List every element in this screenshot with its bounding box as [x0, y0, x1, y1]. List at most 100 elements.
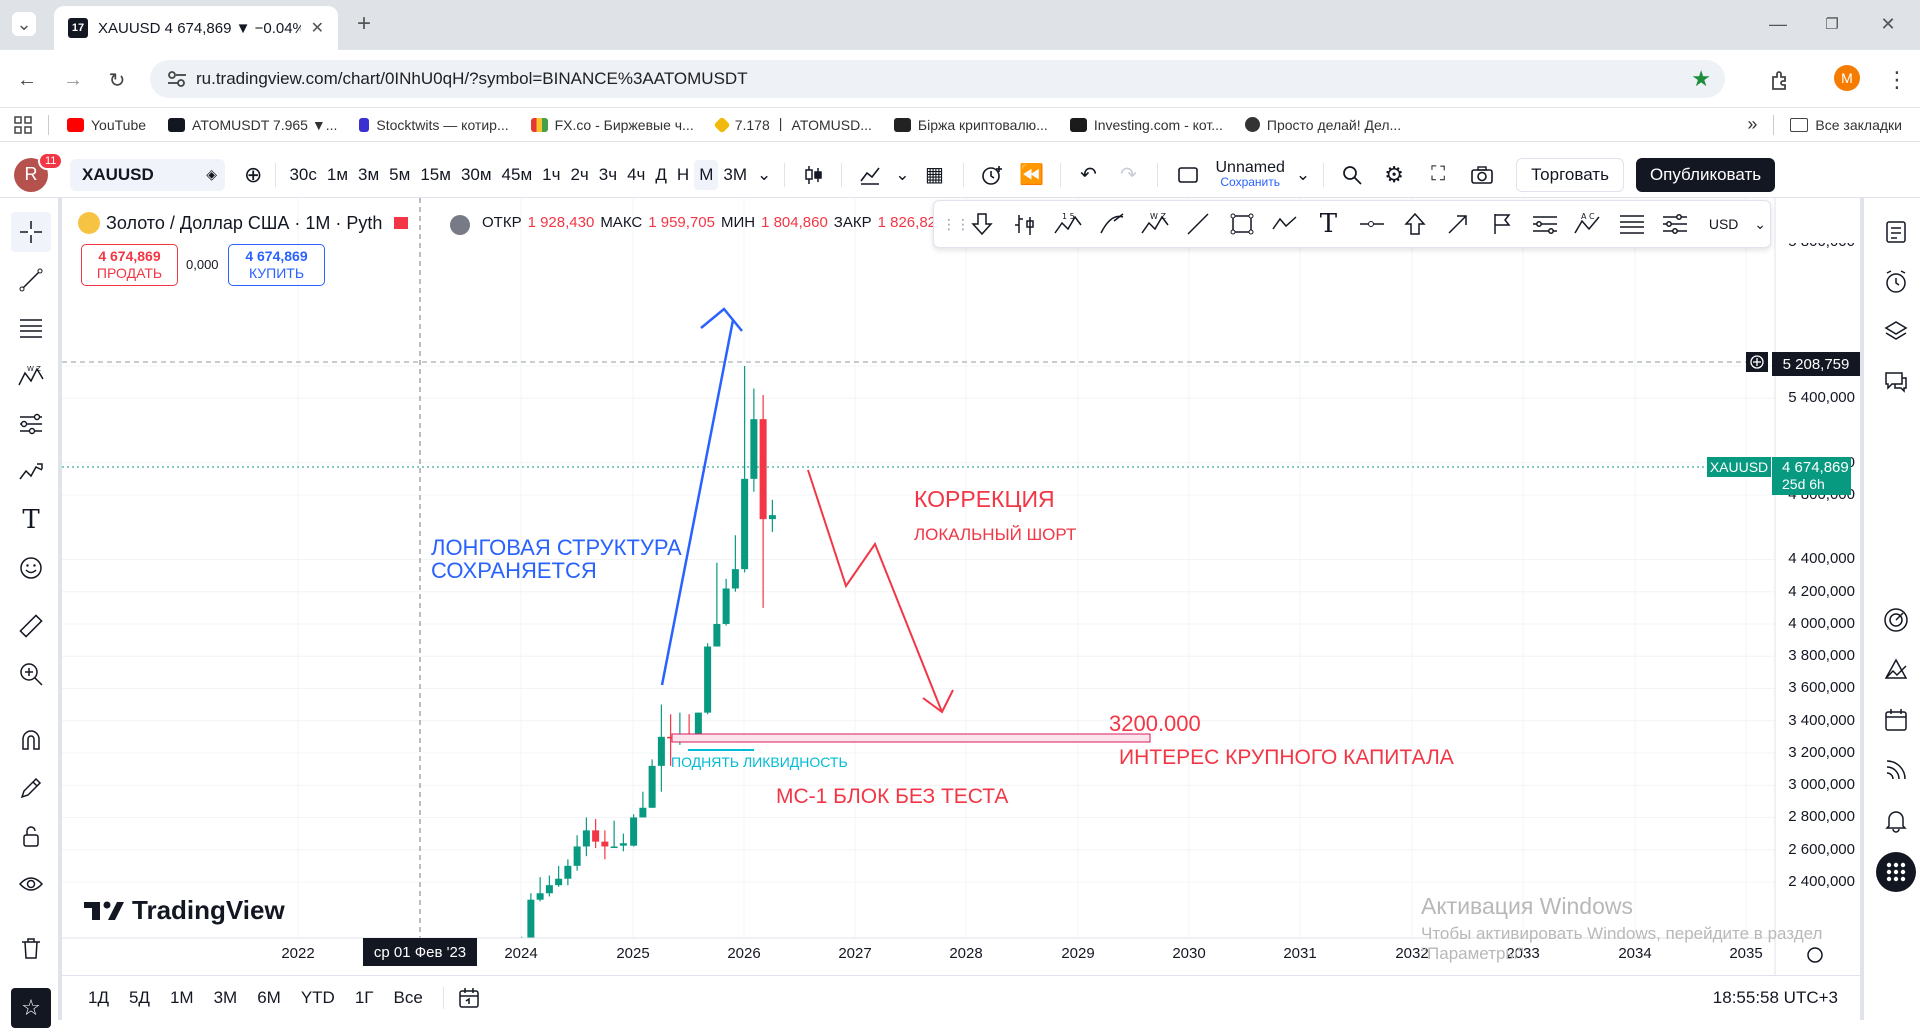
candle[interactable]	[639, 791, 647, 818]
delete-drawings-trash-icon[interactable]	[11, 928, 51, 968]
range-2[interactable]: 1М	[170, 988, 194, 1008]
interval-9[interactable]: 3ч	[594, 160, 622, 190]
flag-tool-icon[interactable]	[1480, 204, 1523, 244]
interval-dropdown-icon[interactable]: ⌄	[752, 160, 776, 190]
candle[interactable]	[601, 830, 609, 860]
close-window-button[interactable]: ✕	[1876, 12, 1900, 36]
drag-handle-icon[interactable]: ⋮⋮	[942, 216, 970, 233]
range-1[interactable]: 5Д	[129, 988, 150, 1008]
chart-canvas[interactable]	[62, 198, 1860, 975]
line-tool-icon[interactable]	[1177, 204, 1220, 244]
text-label-tool-icon[interactable]: T	[1307, 204, 1350, 244]
layout-name[interactable]: Unnamed Сохранить	[1216, 159, 1285, 190]
correction-label[interactable]: КОРРЕКЦИЯ	[914, 486, 1055, 513]
layout-button[interactable]	[1166, 160, 1210, 190]
browser-menu-icon[interactable]: ⋮	[1884, 67, 1910, 93]
emoji-tool-icon[interactable]	[11, 548, 51, 588]
candle[interactable]	[619, 833, 627, 852]
candle[interactable]	[704, 643, 712, 715]
buy-button[interactable]: 4 674,869 КУПИТЬ	[228, 244, 325, 286]
xabcd-pattern-tool-icon[interactable]: W Z	[1133, 204, 1176, 244]
candle[interactable]	[527, 893, 535, 940]
candle[interactable]	[648, 759, 656, 808]
interval-8[interactable]: 2ч	[565, 160, 593, 190]
apps-grid-icon[interactable]	[14, 115, 32, 134]
arrow-down-tool-icon[interactable]	[960, 204, 1003, 244]
redo-icon[interactable]: ↷	[1109, 160, 1149, 190]
close-tab-icon[interactable]: ✕	[311, 18, 324, 38]
interval-1[interactable]: 1м	[322, 160, 353, 190]
candle[interactable]	[564, 859, 572, 886]
trade-button[interactable]: Торговать	[1516, 157, 1624, 192]
bookmark-stocktwits[interactable]: Stocktwits — котир...	[359, 117, 509, 133]
lock-draw-pencil-icon[interactable]	[11, 768, 51, 808]
site-info-icon[interactable]	[166, 69, 188, 89]
range-4[interactable]: 6М	[257, 988, 281, 1008]
hotlists-icon[interactable]	[1876, 650, 1916, 690]
clock-timezone[interactable]: 18:55:58 UTC+3	[1713, 988, 1838, 1008]
more-bookmarks-icon[interactable]: »	[1747, 114, 1757, 135]
elliott-wave-tool-icon[interactable]: 1 5	[1047, 204, 1090, 244]
layout-dropdown-icon[interactable]: ⌄	[1291, 160, 1315, 190]
back-button[interactable]: ←	[14, 67, 40, 93]
candle[interactable]	[713, 562, 721, 647]
currency-select[interactable]: USD ⌄	[1705, 209, 1770, 239]
bookmark-star-icon[interactable]: ★	[1691, 66, 1711, 92]
bookmark-fxco[interactable]: FX.co - Биржевые ч...	[530, 117, 694, 133]
sell-button[interactable]: 4 674,869 ПРОДАТЬ	[81, 244, 178, 286]
range-3[interactable]: 3М	[214, 988, 238, 1008]
long-structure-arrow[interactable]	[660, 307, 743, 686]
candle[interactable]	[731, 535, 739, 592]
level-price-label[interactable]: 3200.000	[1109, 711, 1201, 737]
symbol-search[interactable]: XAUUSD ◈	[70, 158, 225, 191]
profile-avatar[interactable]: M	[1834, 65, 1860, 91]
arrow-marker-tool-icon[interactable]	[1437, 204, 1480, 244]
text-tool-icon[interactable]: T	[11, 500, 51, 540]
candle[interactable]	[722, 578, 730, 626]
fib-tool-icon[interactable]	[11, 308, 51, 348]
long-structure-label[interactable]: ЛОНГОВАЯ СТРУКТУРА СОХРАНЯЕТСЯ	[431, 536, 682, 582]
all-bookmarks-folder[interactable]: Все закладки	[1790, 117, 1902, 133]
reload-button[interactable]: ↻	[104, 67, 130, 93]
candle[interactable]	[573, 835, 581, 871]
candle[interactable]	[750, 388, 758, 492]
zoom-in-tool-icon[interactable]	[11, 654, 51, 694]
interval-7[interactable]: 1ч	[537, 160, 565, 190]
quick-search-icon[interactable]	[1332, 160, 1372, 190]
settings-gear-icon[interactable]: ⚙	[1372, 160, 1416, 190]
url-bar[interactable]: ru.tradingview.com/chart/0INhU0qH/?symbo…	[150, 60, 1725, 98]
interval-13[interactable]: М	[694, 159, 719, 190]
templates-icon[interactable]: ▦	[915, 160, 955, 190]
forecast-tool-icon[interactable]	[11, 404, 51, 444]
candle[interactable]	[759, 394, 767, 608]
candle[interactable]	[657, 704, 665, 792]
range-5[interactable]: YTD	[301, 988, 335, 1008]
alerts-clock-icon[interactable]	[1876, 262, 1916, 302]
candle[interactable]	[630, 814, 638, 847]
interval-2[interactable]: 3м	[353, 160, 384, 190]
ruler-tool-icon[interactable]	[11, 606, 51, 646]
watchlist-icon[interactable]	[1876, 212, 1916, 252]
candle[interactable]	[610, 820, 618, 849]
interval-3[interactable]: 5м	[384, 160, 415, 190]
compare-symbol-icon[interactable]: ⊕	[239, 160, 267, 190]
fib-retracement-tool-icon[interactable]	[1610, 204, 1653, 244]
tab-search-button[interactable]: ⌄	[12, 12, 36, 36]
object-tree-layers-icon[interactable]	[1876, 312, 1916, 352]
favorites-star-icon[interactable]: ☆	[11, 988, 51, 1028]
fullscreen-icon[interactable]: ⛶	[1416, 160, 1460, 190]
bars-pattern-tool-icon[interactable]	[1003, 204, 1046, 244]
order-block-label[interactable]: МС-1 БЛОК БЕЗ ТЕСТА	[776, 785, 1008, 809]
abc-pattern-tool-icon[interactable]: A C	[1567, 204, 1610, 244]
chart-type-candles-icon[interactable]	[793, 160, 833, 190]
range-0[interactable]: 1Д	[88, 988, 109, 1008]
horizontal-ray-tool-icon[interactable]	[1350, 204, 1393, 244]
bookmark-investing[interactable]: Investing.com - кот...	[1069, 117, 1223, 133]
interval-12[interactable]: Н	[672, 160, 694, 190]
candle[interactable]	[555, 865, 563, 887]
forward-button[interactable]: →	[60, 67, 86, 93]
alert-clock-icon[interactable]	[972, 160, 1012, 190]
bookmark-atomusdt[interactable]: ATOMUSDT 7.965 ▼...	[168, 117, 337, 133]
bookmark-youtube[interactable]: YouTube	[67, 117, 146, 133]
magnet-tool-icon[interactable]	[11, 720, 51, 760]
